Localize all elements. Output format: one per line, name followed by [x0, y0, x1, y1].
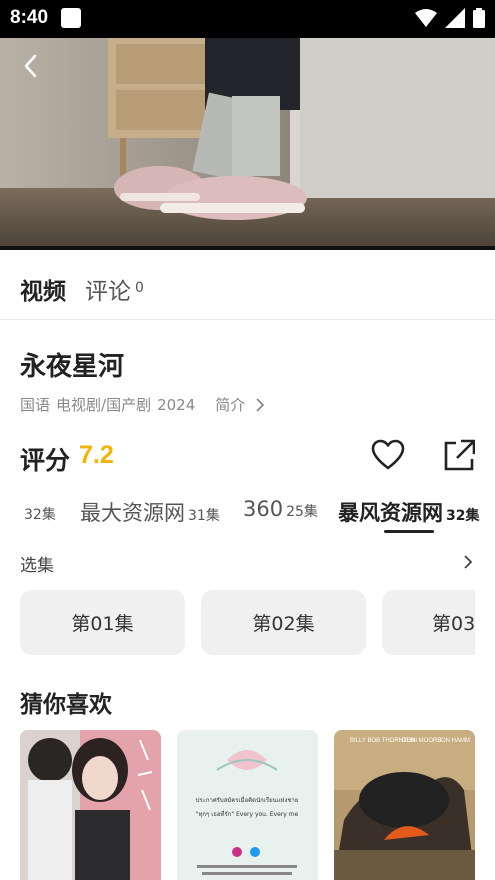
show-language: 国语	[20, 396, 51, 414]
poster-3-name-2: DEMI MOORE	[402, 738, 441, 744]
recommend-list: ประกาศรับสมัครเมื่อคิดนักเรียนแห่งชาย "ท…	[20, 730, 495, 880]
comment-count: 0	[135, 280, 144, 296]
cellular-signal-icon	[445, 8, 465, 28]
chevron-right-icon	[256, 397, 265, 412]
favorite-heart-icon[interactable]	[370, 438, 406, 472]
content-tabs: 视频 评论 0	[0, 250, 495, 320]
wifi-icon	[415, 9, 437, 27]
source-tabs: 32集 最大资源网 31集 360 25集 暴风资源网 32集	[0, 497, 495, 537]
episode-button[interactable]: 第02集	[201, 590, 366, 655]
poster-3-image: BILLY BOB THORNTON DEMI MOORE JON HAMM	[334, 730, 475, 880]
source-tab-4[interactable]: 暴风资源网 32集	[338, 497, 479, 527]
active-tab-indicator	[384, 530, 434, 533]
poster-2-image: ประกาศรับสมัครเมื่อคิดนักเรียนแห่งชาย "ท…	[177, 730, 318, 880]
source-tab-2[interactable]: 最大资源网 31集	[80, 497, 220, 527]
tab-comment[interactable]: 评论	[85, 272, 131, 306]
show-title: 永夜星河	[20, 352, 125, 382]
intro-label: 简介	[215, 396, 246, 414]
show-category: 电视剧/国产剧	[56, 396, 152, 414]
status-bar: 8:40	[0, 0, 495, 38]
poster-2-line-1: ประกาศรับสมัครเมื่อคิดนักเรียนแห่งชาย	[196, 796, 299, 804]
video-frame	[0, 38, 495, 250]
show-meta: 国语 电视剧/国产剧 2024 简介	[20, 394, 271, 415]
episodes-header: 选集	[20, 551, 475, 576]
app-notification-icon	[61, 8, 81, 28]
battery-icon	[473, 8, 485, 28]
source-tab-1[interactable]: 32集	[24, 504, 56, 524]
back-button[interactable]	[16, 50, 48, 82]
recommend-poster-3[interactable]: BILLY BOB THORNTON DEMI MOORE JON HAMM	[334, 730, 475, 880]
share-icon[interactable]	[443, 438, 475, 472]
recommend-title: 猜你喜欢	[20, 692, 112, 718]
intro-link[interactable]: 简介	[215, 394, 265, 415]
poster-3-name-3: JON HAMM	[438, 738, 470, 744]
episode-button[interactable]: 第03集	[382, 590, 475, 655]
video-player[interactable]	[0, 38, 495, 250]
status-time: 8:40	[10, 7, 49, 28]
status-indicators	[415, 8, 485, 28]
episodes-label: 选集	[20, 556, 54, 576]
recommend-poster-2[interactable]: ประกาศรับสมัครเมื่อคิดนักเรียนแห่งชาย "ท…	[177, 730, 318, 880]
episode-button[interactable]: 第01集	[20, 590, 185, 655]
episode-list: 第01集 第02集 第03集	[0, 590, 475, 655]
tab-video[interactable]: 视频	[20, 272, 66, 306]
show-year: 2024	[157, 395, 196, 414]
score-value: 7.2	[79, 441, 114, 469]
score-label: 评分	[20, 446, 71, 475]
chevron-right-icon[interactable]	[461, 553, 475, 571]
source-tab-3[interactable]: 360 25集	[243, 497, 318, 521]
recommend-poster-1[interactable]	[20, 730, 161, 880]
poster-2-line-2: "ทุกๆ เธอที่รัก" Every you. Every me	[196, 810, 299, 818]
poster-1-image	[20, 730, 161, 880]
